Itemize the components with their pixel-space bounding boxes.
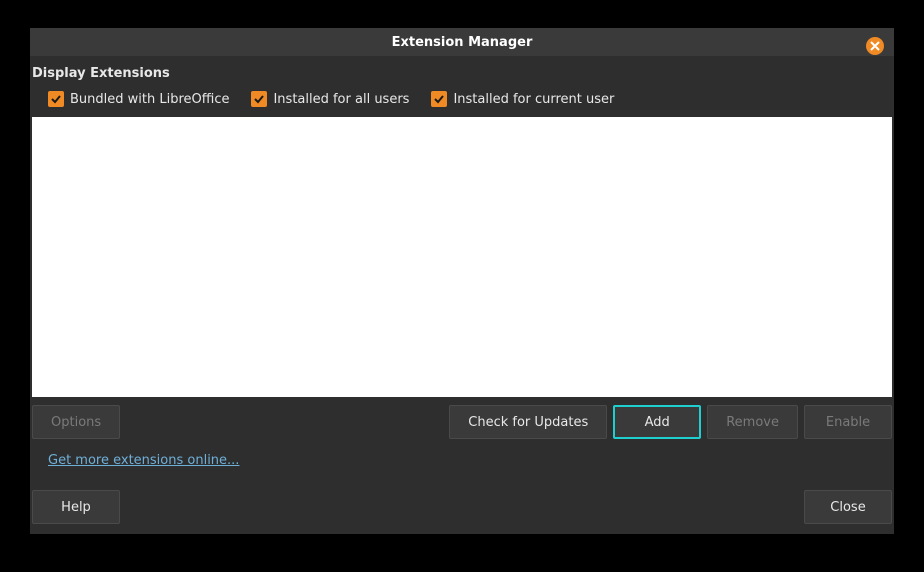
filter-current-user-label: Installed for current user <box>453 92 614 107</box>
dialog-content: Display Extensions Bundled with LibreOff… <box>30 56 894 534</box>
extension-manager-dialog: Extension Manager Display Extensions Bun… <box>30 28 894 534</box>
get-more-extensions-link[interactable]: Get more extensions online... <box>48 453 239 468</box>
filter-current-user[interactable]: Installed for current user <box>431 91 614 107</box>
filter-all-users[interactable]: Installed for all users <box>251 91 409 107</box>
filter-all-users-label: Installed for all users <box>273 92 409 107</box>
display-extensions-label: Display Extensions <box>30 56 894 87</box>
checkbox-icon <box>431 91 447 107</box>
check-updates-button[interactable]: Check for Updates <box>449 405 607 439</box>
remove-button[interactable]: Remove <box>707 405 798 439</box>
spacer <box>120 490 804 524</box>
close-icon[interactable] <box>866 37 884 55</box>
checkbox-icon <box>251 91 267 107</box>
link-row: Get more extensions online... <box>30 439 894 468</box>
filter-row: Bundled with LibreOffice Installed for a… <box>30 87 894 117</box>
dialog-title: Extension Manager <box>30 35 894 50</box>
filter-bundled[interactable]: Bundled with LibreOffice <box>48 91 229 107</box>
checkbox-icon <box>48 91 64 107</box>
extensions-list[interactable] <box>32 117 892 397</box>
close-button[interactable]: Close <box>804 490 892 524</box>
options-button[interactable]: Options <box>32 405 120 439</box>
enable-button[interactable]: Enable <box>804 405 892 439</box>
titlebar: Extension Manager <box>30 28 894 56</box>
bottom-button-row: Help Close <box>30 468 894 524</box>
spacer <box>126 405 443 439</box>
add-button[interactable]: Add <box>613 405 701 439</box>
filter-bundled-label: Bundled with LibreOffice <box>70 92 229 107</box>
action-button-row: Options Check for Updates Add Remove Ena… <box>30 397 894 439</box>
help-button[interactable]: Help <box>32 490 120 524</box>
